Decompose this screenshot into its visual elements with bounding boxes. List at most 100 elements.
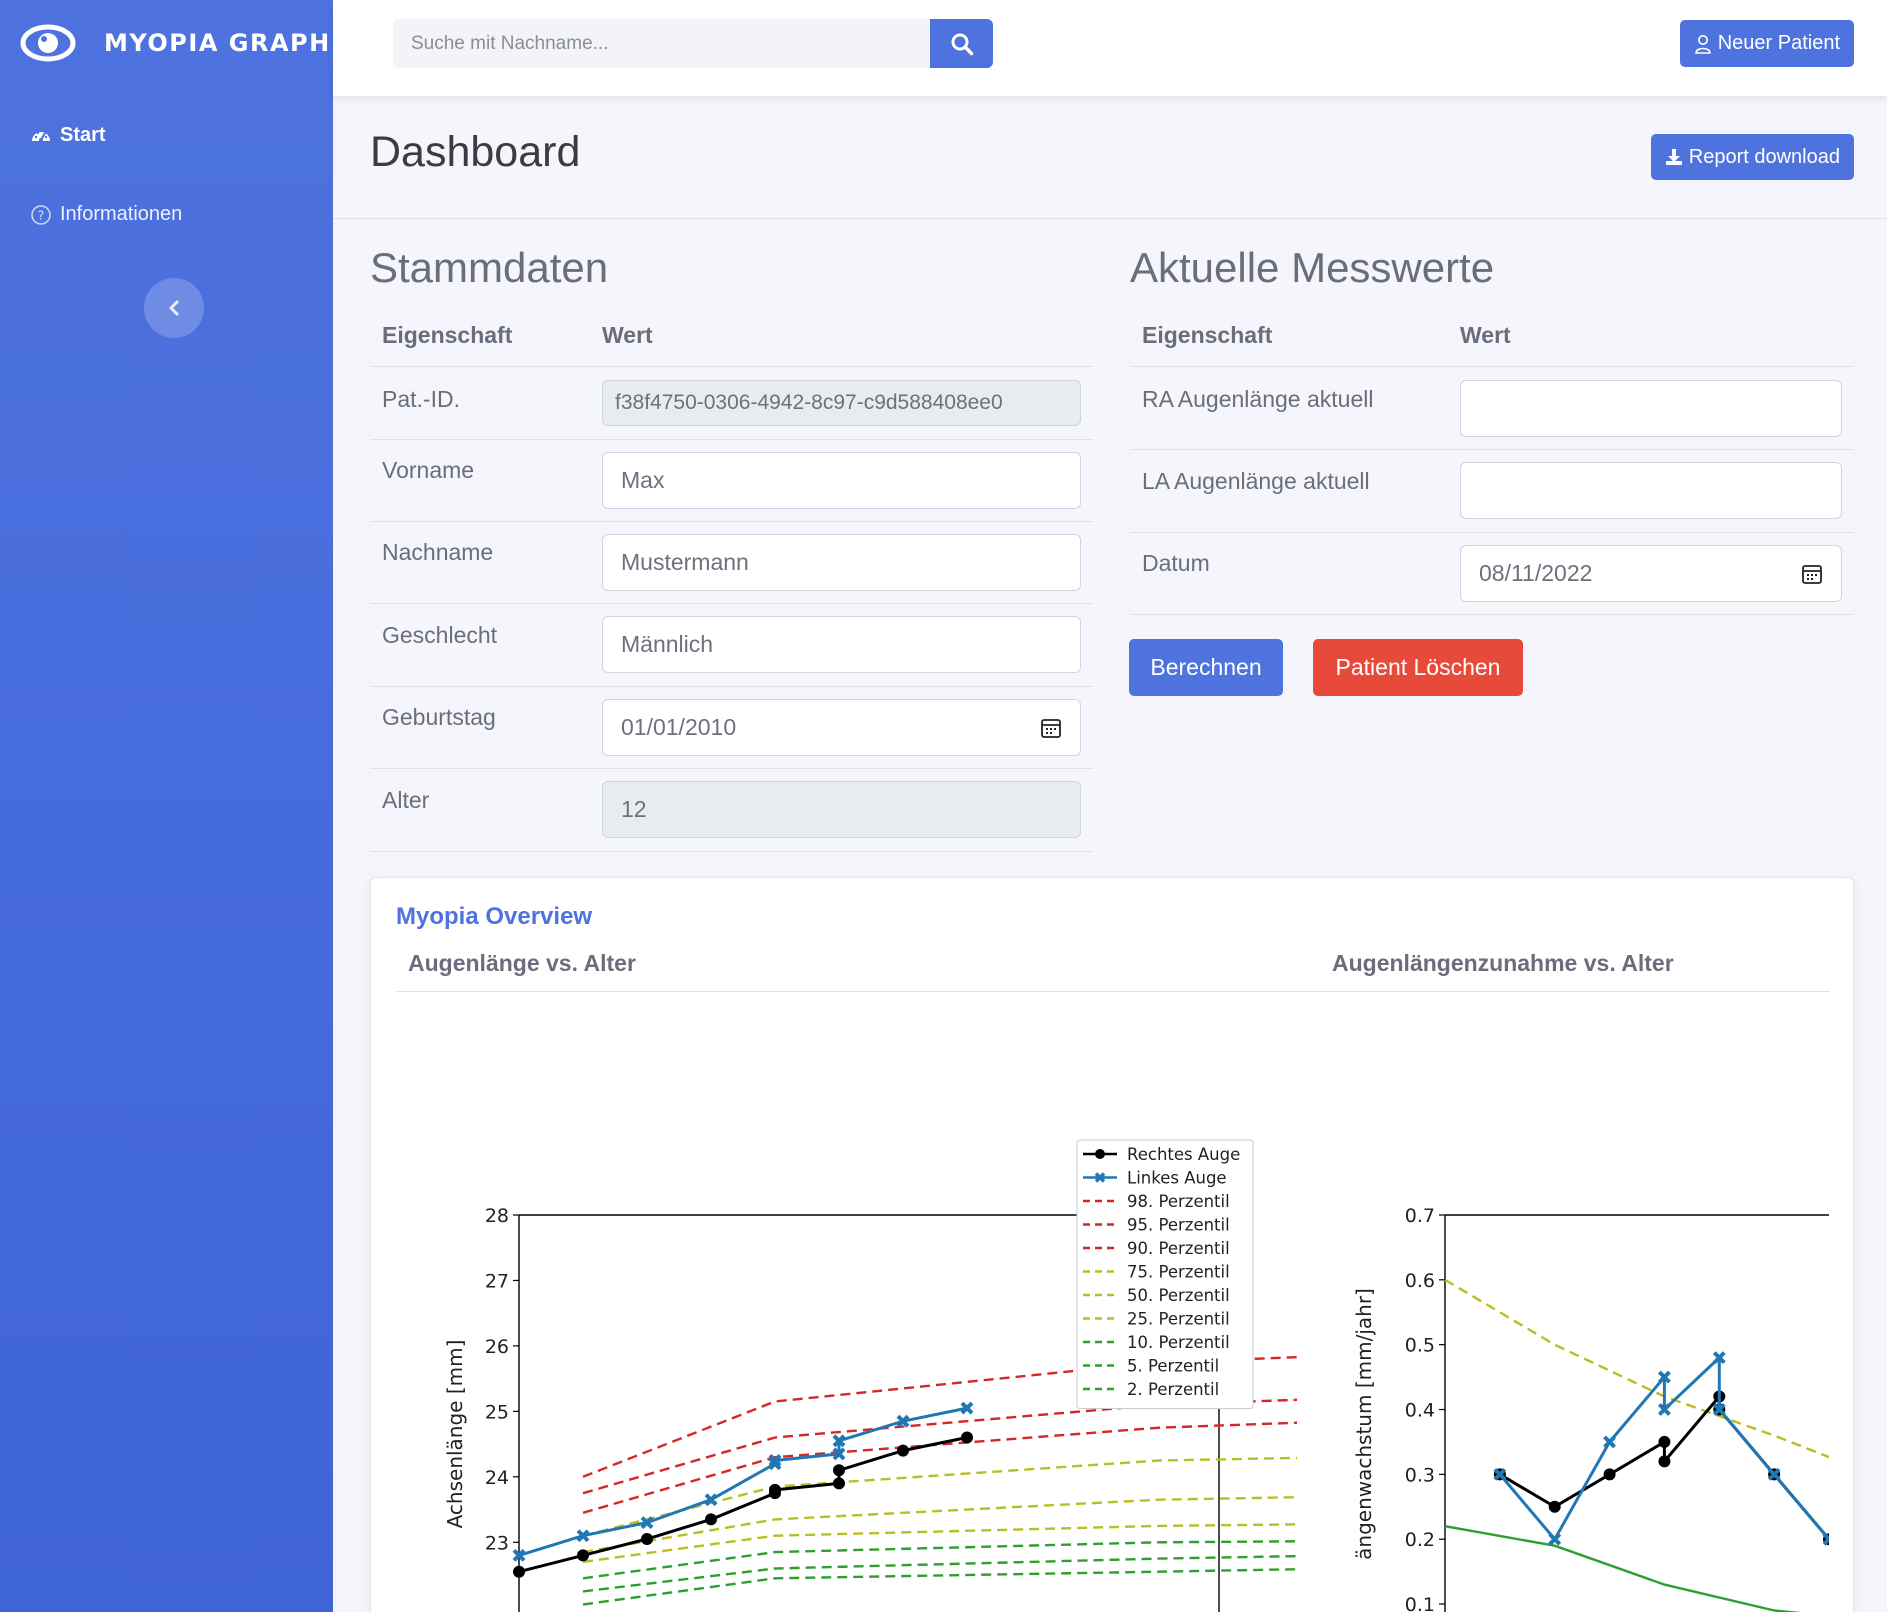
new-patient-button[interactable]: Neuer Patient <box>1679 20 1854 67</box>
geschlecht-field[interactable]: Männlich <box>602 616 1081 673</box>
data-point <box>833 1477 845 1490</box>
chart-augenlaengenzunahme-vs-alter: 0.1 0.2 0.3 0.4 0.5 0.6 0.7 ängenwachstum [mm/j… <box>1331 1124 1829 1612</box>
data-point <box>641 1533 653 1545</box>
divider <box>370 768 1093 769</box>
calendar-icon[interactable] <box>1801 563 1823 585</box>
y-tick-label: 0.1 <box>1405 1594 1435 1612</box>
nachname-value: Mustermann <box>621 549 749 575</box>
row-label-pat-id: Pat.-ID. <box>382 386 460 412</box>
patient-loeschen-button[interactable]: Patient Löschen <box>1313 639 1523 696</box>
legend-marker <box>1095 1149 1105 1159</box>
legend-label: 25. Perzentil <box>1127 1310 1230 1329</box>
new-patient-label: Neuer Patient <box>1717 32 1840 54</box>
data-point <box>833 1464 845 1477</box>
search-input[interactable] <box>393 19 930 68</box>
series-line-gelb <box>1444 1278 1829 1459</box>
row-label-alter: Alter <box>382 787 430 813</box>
nachname-field[interactable]: Mustermann <box>602 534 1081 591</box>
geburtstag-field[interactable]: 01/01/2010 <box>602 699 1081 756</box>
vorname-field[interactable]: Max <box>602 452 1081 509</box>
datum-input[interactable]: 08/11/2022 <box>1460 545 1842 602</box>
y-tick-label: 23 <box>485 1532 509 1554</box>
search-button[interactable] <box>930 19 993 68</box>
download-icon <box>1665 149 1682 165</box>
y-tick-label: 24 <box>485 1467 509 1489</box>
row-label-la-augenlaenge: LA Augenlänge aktuell <box>1142 468 1370 494</box>
alter-field[interactable]: 12 <box>602 781 1081 838</box>
report-download-button[interactable]: Report download <box>1650 134 1854 180</box>
y-tick-label: 0.6 <box>1405 1270 1435 1292</box>
calendar-icon[interactable] <box>1040 717 1062 739</box>
ra-augenlaenge-input[interactable] <box>1460 380 1842 437</box>
search-icon <box>951 33 973 55</box>
legend-label: Linkes Auge <box>1127 1169 1227 1188</box>
stammdaten-title: Stammdaten <box>370 244 609 291</box>
data-point <box>1548 1532 1562 1546</box>
legend-label: Rechtes Auge <box>1127 1145 1240 1164</box>
report-download-label: Report download <box>1688 145 1840 168</box>
row-label-datum: Datum <box>1142 550 1210 576</box>
sidebar-item-label: Start <box>60 124 106 146</box>
berechnen-button[interactable]: Berechnen <box>1129 639 1283 696</box>
messwerte-title: Aktuelle Messwerte <box>1130 244 1495 291</box>
series-line-2-perzentil <box>582 1568 1297 1606</box>
myopia-overview-card: Myopia Overview Augenlänge vs. Alter Aug… <box>370 877 1854 1612</box>
y-axis-label: Achsenlänge [mm] <box>443 1340 467 1529</box>
sidebar: MYOPIA GRAPH Start ? Informationen <box>0 0 333 1612</box>
divider <box>370 366 1093 367</box>
data-point <box>513 1565 525 1578</box>
legend-label: 10. Perzentil <box>1127 1333 1230 1352</box>
sidebar-toggle-button[interactable] <box>144 278 204 338</box>
brand[interactable]: MYOPIA GRAPH <box>20 18 331 68</box>
vorname-value: Max <box>621 467 665 493</box>
data-point <box>1603 1468 1616 1481</box>
sidebar-item-start[interactable]: Start <box>30 124 106 147</box>
data-point <box>1548 1500 1561 1513</box>
card-title: Myopia Overview <box>396 903 593 930</box>
search-bar <box>393 19 993 68</box>
alter-value: 12 <box>621 796 647 822</box>
divider <box>370 521 1093 522</box>
data-point <box>1658 1435 1671 1448</box>
datum-value: 08/11/2022 <box>1479 560 1593 586</box>
legend-label: 2. Perzentil <box>1127 1380 1219 1399</box>
y-tick-label: 28 <box>485 1205 509 1227</box>
data-point <box>1603 1435 1616 1449</box>
y-tick-label: 0.3 <box>1405 1464 1435 1486</box>
legend-label: 95. Perzentil <box>1127 1216 1230 1235</box>
divider <box>370 851 1093 852</box>
topbar: Neuer Patient <box>333 0 1887 96</box>
legend-label: 5. Perzentil <box>1127 1357 1219 1376</box>
patient-loeschen-label: Patient Löschen <box>1335 654 1501 680</box>
sidebar-item-informationen[interactable]: ? Informationen <box>30 203 182 226</box>
series-line-10-perzentil <box>582 1540 1297 1580</box>
brand-name: MYOPIA GRAPH <box>104 29 331 57</box>
data-point <box>769 1483 781 1496</box>
chart-augenlaenge-vs-alter: 23 24 25 26 27 28 Achsenlänge [mm] Rechtes Auge… <box>407 1124 1307 1612</box>
row-label-vorname: Vorname <box>382 457 475 483</box>
eye-logo-icon <box>20 24 76 62</box>
divider <box>1130 366 1854 367</box>
question-circle-icon: ? <box>31 204 51 225</box>
data-point <box>961 1431 973 1444</box>
y-axis-label: ängenwachstum [mm/jahr] <box>1352 1288 1376 1560</box>
pat-id-field[interactable]: f38f4750-0306-4942-8c97-c9d588408ee0 <box>602 380 1081 426</box>
page-title: Dashboard <box>370 128 581 176</box>
pat-id-value: f38f4750-0306-4942-8c97-c9d588408ee0 <box>615 391 1003 414</box>
user-icon <box>1694 34 1711 54</box>
divider <box>370 686 1093 687</box>
y-tick-label: 0.4 <box>1405 1400 1435 1422</box>
stammdaten-col-value: Wert <box>602 322 653 348</box>
legend-label: 90. Perzentil <box>1127 1239 1230 1258</box>
divider <box>370 439 1093 440</box>
divider <box>1130 449 1854 450</box>
y-tick-label: 26 <box>485 1336 509 1358</box>
divider <box>1130 614 1854 615</box>
series-line-rechtes-auge <box>1499 1392 1829 1541</box>
row-label-geschlecht: Geschlecht <box>382 622 498 648</box>
data-point <box>577 1549 589 1562</box>
dashboard-icon <box>32 131 50 142</box>
legend-label: 75. Perzentil <box>1127 1263 1230 1282</box>
la-augenlaenge-input[interactable] <box>1460 462 1842 519</box>
divider <box>370 603 1093 604</box>
